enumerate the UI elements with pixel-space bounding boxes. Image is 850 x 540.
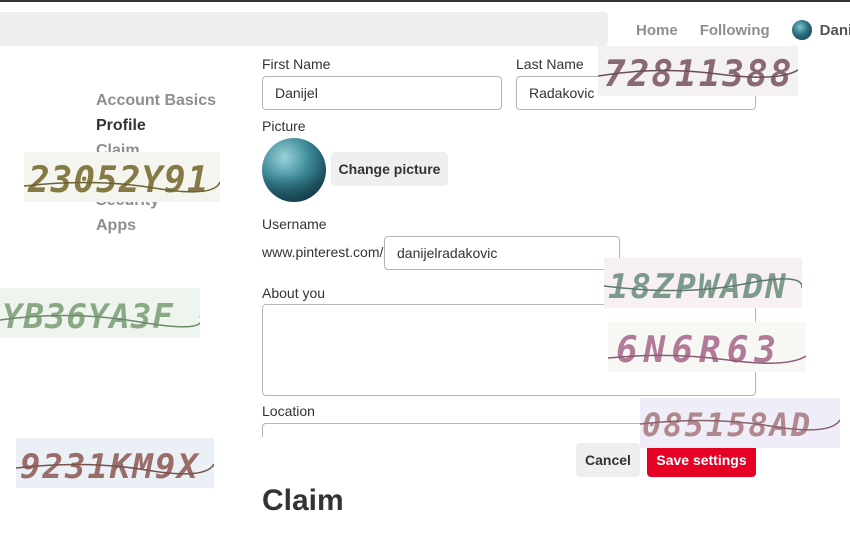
user-menu[interactable]: Danijel bbox=[791, 20, 850, 40]
about-you-label: About you bbox=[262, 285, 326, 301]
captcha-image: 72811388 bbox=[598, 46, 798, 96]
captcha-text: 085158AD bbox=[642, 406, 812, 444]
captcha-text: 6N6R63 bbox=[616, 330, 782, 371]
captcha-image: 18ZPWADN bbox=[604, 258, 802, 308]
save-settings-button[interactable]: Save settings bbox=[647, 443, 756, 477]
sidebar-item-account-basics[interactable]: Account Basics bbox=[96, 88, 216, 113]
sidebar-item-profile[interactable]: Profile bbox=[96, 113, 216, 138]
change-picture-button[interactable]: Change picture bbox=[331, 152, 448, 186]
first-name-label: First Name bbox=[262, 56, 331, 72]
captcha-text: 72811388 bbox=[604, 54, 793, 95]
top-border bbox=[0, 0, 850, 2]
captcha-text: 23052Y91 bbox=[27, 160, 209, 201]
nav-home[interactable]: Home bbox=[636, 22, 678, 39]
claim-heading: Claim bbox=[262, 484, 344, 517]
captcha-text: 9231KM9X bbox=[20, 447, 200, 487]
top-nav: Home Following Danijel bbox=[636, 19, 850, 41]
location-label: Location bbox=[262, 403, 315, 419]
captcha-image: 6N6R63 bbox=[608, 322, 806, 372]
captcha-image: 23052Y91 bbox=[24, 152, 220, 202]
username-label: Username bbox=[262, 216, 327, 232]
cancel-button[interactable]: Cancel bbox=[576, 443, 640, 477]
profile-picture bbox=[262, 138, 326, 202]
url-prefix: www.pinterest.com/ bbox=[262, 244, 384, 260]
last-name-label: Last Name bbox=[516, 56, 584, 72]
username-field[interactable]: danijelradakovic bbox=[384, 236, 620, 270]
captcha-image: 9231KM9X bbox=[16, 438, 214, 488]
captcha-text: 18ZPWADN bbox=[608, 267, 788, 307]
captcha-image: 085158AD bbox=[640, 398, 840, 448]
captcha-image: YB36YA3F bbox=[0, 288, 200, 338]
avatar bbox=[791, 20, 812, 40]
picture-label: Picture bbox=[262, 118, 306, 134]
search-bar[interactable] bbox=[0, 12, 608, 46]
claim-description-cutoff bbox=[262, 532, 662, 540]
user-name: Danijel bbox=[819, 21, 850, 39]
first-name-field[interactable]: Danijel bbox=[262, 76, 502, 110]
sidebar-item-apps[interactable]: Apps bbox=[96, 213, 216, 238]
nav-following[interactable]: Following bbox=[700, 22, 770, 39]
